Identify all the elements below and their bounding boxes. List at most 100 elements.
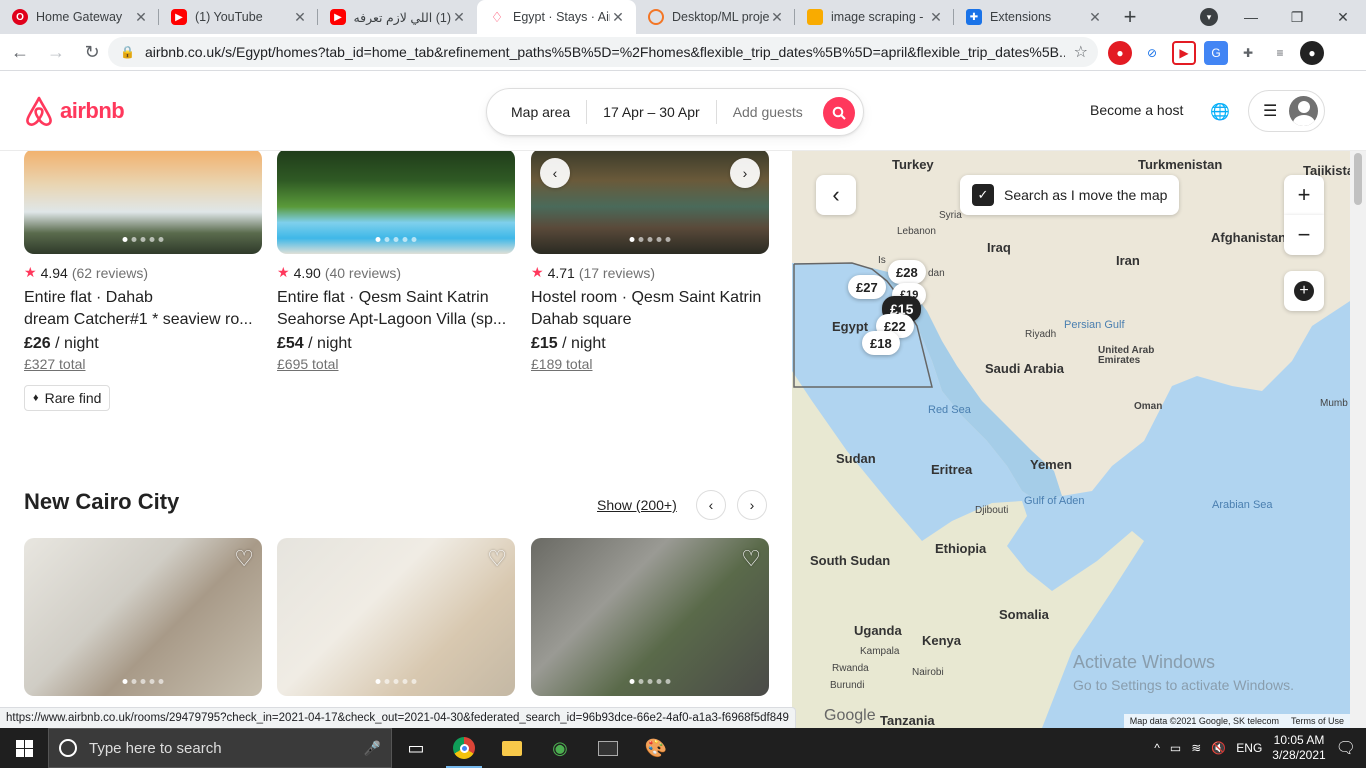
windows-start-icon[interactable] <box>0 728 48 768</box>
tab-extensions[interactable]: ✚ Extensions ✕ <box>954 0 1113 34</box>
bookmark-star-icon[interactable]: ☆ <box>1074 42 1088 62</box>
listing-photo[interactable]: ‹ › <box>531 151 769 254</box>
reload-icon[interactable]: ↻ <box>76 36 108 68</box>
listing-photo[interactable]: ♡ <box>24 538 262 696</box>
file-explorer-icon[interactable] <box>488 728 536 768</box>
close-window-icon[interactable]: ✕ <box>1320 9 1366 26</box>
adblock-icon[interactable]: ● <box>1108 40 1132 65</box>
map[interactable]: Turkey Turkmenistan Tajikistan Syria Leb… <box>792 151 1350 728</box>
app-icon[interactable]: ◉ <box>536 728 584 768</box>
listing-photo[interactable] <box>277 151 515 254</box>
section-prev-button[interactable]: ‹ <box>696 490 726 520</box>
section-next-button[interactable]: › <box>737 490 767 520</box>
zoom-in-button[interactable]: + <box>1284 175 1324 215</box>
media-control-icon[interactable]: ≡ <box>1268 41 1292 65</box>
become-host-link[interactable]: Become a host <box>1090 102 1183 118</box>
chrome-icon[interactable] <box>440 728 488 768</box>
listing-card[interactable]: ♡ <box>531 538 769 696</box>
checkbox[interactable]: ✓ <box>972 184 994 206</box>
price-pin[interactable]: £28 <box>888 260 926 284</box>
listing-card[interactable]: ♡ <box>24 538 262 696</box>
clock[interactable]: 10:05 AM 3/28/2021 <box>1272 733 1325 763</box>
map-label: Burundi <box>830 680 865 691</box>
profile-avatar[interactable]: ● <box>1300 40 1324 65</box>
price-pin[interactable]: £18 <box>862 331 900 355</box>
dates-field[interactable]: 17 Apr – 30 Apr <box>587 104 716 120</box>
battery-icon[interactable]: ▭ <box>1170 741 1181 755</box>
lock-icon[interactable]: 🔒 <box>120 45 135 59</box>
close-icon[interactable]: ✕ <box>928 9 944 26</box>
back-icon[interactable]: ← <box>4 36 36 68</box>
forward-icon[interactable]: → <box>40 36 72 68</box>
listing-card[interactable]: ‹ › ★ 4.71 (17 reviews) Hostel room · Qe… <box>531 151 769 372</box>
volume-icon[interactable]: 🔇 <box>1211 741 1226 755</box>
listing-card[interactable]: ★ 4.94 (62 reviews) Entire flat · Dahab … <box>24 151 262 372</box>
tab-youtube[interactable]: ▶ (1) YouTube ✕ <box>159 0 318 34</box>
tab-jupyter[interactable]: Desktop/ML proje ✕ <box>636 0 795 34</box>
close-icon[interactable]: ✕ <box>769 9 785 26</box>
extension-icon[interactable]: ⊘ <box>1140 41 1164 65</box>
price-pin[interactable]: £27 <box>848 275 886 299</box>
close-icon[interactable]: ✕ <box>133 9 149 26</box>
tab-colab[interactable]: image scraping - ✕ <box>795 0 954 34</box>
task-view-icon[interactable]: ▭ <box>392 728 440 768</box>
price-unit: / night <box>557 335 606 352</box>
restore-icon[interactable]: ❐ <box>1274 9 1320 26</box>
listing-total[interactable]: £327 total <box>24 356 262 372</box>
listing-type: Entire flat · Dahab <box>24 289 153 306</box>
close-icon[interactable]: ✕ <box>1087 9 1103 26</box>
listing-total[interactable]: £695 total <box>277 356 515 372</box>
heart-icon[interactable]: ♡ <box>234 546 254 572</box>
move-map-label: Search as I move the map <box>1004 187 1168 203</box>
listing-photo[interactable]: ♡ <box>531 538 769 696</box>
globe-icon[interactable]: 🌐 <box>1210 102 1230 122</box>
guests-field[interactable]: Add guests <box>717 104 819 120</box>
translate-icon[interactable]: G <box>1204 40 1228 65</box>
chevron-up-icon[interactable]: ^ <box>1154 741 1160 755</box>
user-menu-button[interactable]: ☰ <box>1248 90 1325 132</box>
scrollbar[interactable] <box>1350 151 1366 728</box>
search-button[interactable] <box>823 97 855 129</box>
airbnb-logo[interactable]: airbnb <box>24 95 125 127</box>
location-field[interactable]: Map area <box>487 104 586 120</box>
video-extension-icon[interactable]: ▶ <box>1172 40 1196 65</box>
close-icon[interactable]: ✕ <box>451 9 467 26</box>
show-all-link[interactable]: Show (200+) <box>597 497 677 513</box>
new-tab-button[interactable]: + <box>1113 0 1147 34</box>
location-button[interactable]: + <box>1284 271 1324 311</box>
listing-total[interactable]: £189 total <box>531 356 769 372</box>
heart-icon[interactable]: ♡ <box>741 546 761 572</box>
scrollbar-thumb[interactable] <box>1354 153 1362 205</box>
listing-photo[interactable] <box>24 151 262 254</box>
close-icon[interactable]: ✕ <box>292 9 308 26</box>
microphone-icon[interactable]: 🎤 <box>364 740 381 757</box>
terms-link[interactable]: Terms of Use <box>1291 716 1344 726</box>
minimize-icon[interactable]: — <box>1228 9 1274 25</box>
photo-dots <box>375 679 417 684</box>
listing-card[interactable]: ♡ <box>277 538 515 696</box>
address-bar[interactable]: 🔒 airbnb.co.uk/s/Egypt/homes?tab_id=home… <box>108 37 1098 67</box>
search-as-move-toggle[interactable]: ✓ Search as I move the map <box>960 175 1180 215</box>
heart-icon[interactable]: ♡ <box>487 546 507 572</box>
notifications-icon[interactable]: 🗨 <box>1336 738 1356 758</box>
language-indicator[interactable]: ENG <box>1236 741 1262 755</box>
search-bar[interactable]: Map area 17 Apr – 30 Apr Add guests <box>486 88 864 136</box>
next-photo-button[interactable]: › <box>730 158 760 188</box>
close-map-button[interactable]: ‹ <box>816 175 856 215</box>
tab-home-gateway[interactable]: O Home Gateway ✕ <box>0 0 159 34</box>
close-icon[interactable]: ✕ <box>610 9 626 26</box>
wifi-icon[interactable]: ≋ <box>1191 741 1201 755</box>
tab-youtube-arabic[interactable]: ▶ (1) اللي لازم تعرفه ✕ <box>318 0 477 34</box>
tab-airbnb[interactable]: ♢ Egypt · Stays · Air ✕ <box>477 0 636 34</box>
puzzle-icon[interactable]: ✚ <box>1236 41 1260 65</box>
paint-icon[interactable]: 🎨 <box>632 728 680 768</box>
tab-title: Home Gateway <box>36 10 123 24</box>
listing-photo[interactable]: ♡ <box>277 538 515 696</box>
tab-search-icon[interactable]: ▾ <box>1200 8 1218 26</box>
prev-photo-button[interactable]: ‹ <box>540 158 570 188</box>
taskbar-search[interactable]: Type here to search 🎤 <box>48 728 392 768</box>
listing-card[interactable]: ★ 4.90 (40 reviews) Entire flat · Qesm S… <box>277 151 515 372</box>
terminal-icon[interactable] <box>584 728 632 768</box>
puzzle-icon: ✚ <box>966 9 982 25</box>
zoom-out-button[interactable]: − <box>1284 215 1324 255</box>
